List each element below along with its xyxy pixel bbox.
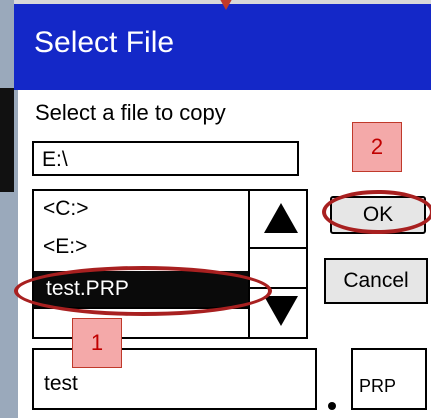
pointer-arrow-icon bbox=[217, 0, 235, 10]
path-field[interactable]: E:\ bbox=[32, 141, 299, 176]
dialog-title: Select File bbox=[34, 26, 175, 59]
extension-separator bbox=[328, 402, 336, 410]
list-divider bbox=[34, 307, 248, 309]
list-item-selected-file[interactable]: test.PRP bbox=[34, 271, 248, 307]
list-item-e-drive[interactable]: <E:> bbox=[43, 235, 87, 259]
cancel-button[interactable]: Cancel bbox=[324, 258, 428, 304]
scroll-up-icon[interactable] bbox=[264, 203, 298, 233]
step-1-callout: 1 bbox=[72, 318, 122, 368]
scrollbar-divider bbox=[248, 191, 250, 337]
file-listbox[interactable]: <C:> <E:> test.PRP bbox=[32, 189, 308, 339]
scrollbar-separator-top bbox=[250, 247, 306, 249]
list-item-c-drive[interactable]: <C:> bbox=[43, 197, 89, 221]
device-edge bbox=[0, 88, 14, 192]
scroll-down-icon[interactable] bbox=[264, 296, 298, 326]
extension-field[interactable]: PRP bbox=[351, 348, 427, 410]
step-2-callout: 2 bbox=[352, 122, 402, 172]
ok-button[interactable]: OK bbox=[330, 196, 426, 234]
scrollbar-separator-bottom bbox=[250, 287, 306, 289]
dialog-prompt: Select a file to copy bbox=[35, 100, 226, 125]
